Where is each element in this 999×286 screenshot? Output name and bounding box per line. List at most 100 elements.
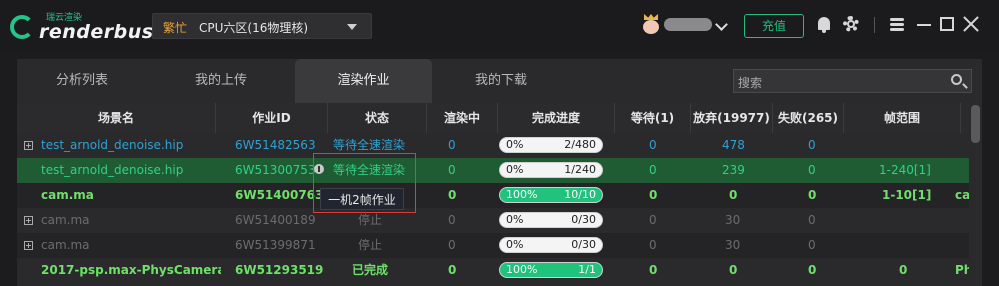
cell-job-id: 6W51400189 [235,213,316,227]
cell-rendering: 0 [448,138,456,152]
cell-scene[interactable]: test_arnold_denoise.hip [41,158,183,183]
zone-select[interactable]: 繁忙 CPU六区(16物理核) [152,13,372,39]
cell-failed: 0 [808,213,816,227]
cell-overflow: Phy [955,263,969,277]
progress-count: 0/30 [571,238,596,251]
table-row[interactable]: 2017-psp.max-PhysCamera... 6W51293519 已完… [17,258,969,283]
cell-status: 停止 [358,238,383,252]
scrollbar-thumb[interactable] [971,105,980,143]
cell-abandoned: 478 [722,138,745,152]
cell-failed: 0 [808,138,816,152]
username-blurred[interactable] [664,18,712,31]
info-icon[interactable] [314,164,324,174]
search-placeholder: 搜索 [738,76,763,90]
progress-bar: 100% 10/10 [499,187,603,203]
progress-percent: 0% [506,138,524,151]
expand-icon[interactable] [24,141,33,150]
logo-mark-icon [10,15,34,39]
column-header-job-id[interactable]: 作业ID [216,103,328,133]
column-header-failed[interactable]: 失败(265) [773,103,844,133]
gear-icon[interactable] [843,16,859,32]
cell-overflow: cam [955,188,969,202]
cell-abandoned: 0 [729,188,738,202]
cell-scene[interactable]: cam.ma [41,208,90,233]
tab-render-jobs[interactable]: 渲染作业 [295,59,432,103]
cell-job-id: 6W51399871 [235,238,316,252]
progress-percent: 0% [506,238,524,251]
column-header-progress[interactable]: 完成进度 [498,103,615,133]
search-input[interactable]: 搜索 [733,69,972,93]
search-icon[interactable] [951,74,962,85]
column-header-rendering[interactable]: 渲染中 [427,103,498,133]
switch-icon[interactable] [889,16,905,32]
progress-count: 10/10 [564,188,596,201]
column-header-abandoned[interactable]: 放弃(19977) [691,103,773,133]
cell-scene[interactable]: cam.ma [41,233,90,258]
cell-rendering: 0 [448,188,457,202]
cell-waiting: 0 [649,213,657,227]
progress-percent: 100% [506,263,538,276]
table-row-selected[interactable]: test_arnold_denoise.hip 6W51300753 等待全速渲… [17,158,969,183]
table-row[interactable]: cam.ma 6W51400189 停止 0 0% 0/30 0 30 0 [17,208,969,233]
cell-rendering: 0 [448,213,456,227]
progress-bar: 0% 0/30 [499,237,603,253]
cell-job-id: 6W51300753 [235,163,316,177]
progress-percent: 0% [506,163,524,176]
column-header-waiting[interactable]: 等待(1) [615,103,691,133]
cell-job-id: 6W51293519 [235,263,324,277]
toolbar-divider [874,17,875,33]
cell-scene[interactable]: 2017-psp.max-PhysCamera... [41,258,221,283]
cell-scene[interactable]: cam.ma [41,183,94,208]
tab-my-uploads[interactable]: 我的上传 [156,59,286,103]
column-header-scene[interactable]: 场景名 [17,103,216,133]
recharge-button[interactable]: 充值 [744,14,804,38]
column-header-status[interactable]: 状态 [328,103,427,133]
progress-bar: 0% 0/30 [499,212,603,228]
cell-frame-range: 1-10[1] [882,188,932,202]
column-header-frame-range[interactable]: 帧范围 [844,103,961,133]
cell-job-id: 6W51400763 [235,188,324,202]
table-row[interactable]: cam.ma 6W51400763 0 100% 10/10 0 0 0 1-1… [17,183,969,208]
tab-analysis-list[interactable]: 分析列表 [17,59,147,103]
progress-count: 1/1 [578,263,596,276]
cell-abandoned: 30 [725,238,741,252]
expand-icon[interactable] [24,216,33,225]
user-menu-chevron-icon[interactable] [715,18,728,31]
cell-job-id: 6W51482563 [235,138,316,152]
progress-percent: 0% [506,213,524,226]
tooltip: 一机2帧作业 [320,188,404,210]
close-icon[interactable] [962,15,980,33]
bell-icon[interactable] [818,17,830,33]
minimize-icon[interactable] [917,24,931,26]
table-header: 场景名 作业ID 状态 渲染中 完成进度 等待(1) 放弃(19977) 失败(… [17,103,969,133]
cell-waiting: 0 [649,163,657,177]
cell-failed: 0 [808,163,816,177]
table-row[interactable]: test_arnold_denoise.hip 6W51482563 等待全速渲… [17,133,969,158]
expand-icon[interactable] [24,241,33,250]
table-row[interactable]: cam.ma 6W51399871 停止 0 0% 0/30 0 30 0 [17,233,969,258]
progress-count: 2/480 [564,138,596,151]
cell-rendering: 0 [448,263,457,277]
progress-count: 0/30 [571,213,596,226]
progress-bar: 0% 1/240 [499,162,603,178]
cell-scene[interactable]: test_arnold_denoise.hip [41,133,183,158]
vertical-scrollbar[interactable] [969,103,982,286]
cell-failed: 0 [808,238,816,252]
maximize-icon[interactable] [940,17,954,31]
cell-abandoned: 30 [725,213,741,227]
avatar[interactable] [641,14,661,36]
cell-rendering: 0 [448,238,456,252]
tab-my-downloads[interactable]: 我的下载 [432,59,570,103]
cell-failed: 0 [808,263,817,277]
title-bar: 瑞云渲染 renderbus 繁忙 CPU六区(16物理核) 充值 [0,0,999,52]
progress-bar: 100% 1/1 [499,262,603,278]
cell-waiting: 0 [649,138,657,152]
progress-percent: 100% [506,188,538,201]
cell-waiting: 0 [649,188,658,202]
chevron-down-icon [347,24,357,30]
cell-failed: 0 [808,188,817,202]
progress-count: 1/240 [564,163,596,176]
renderbus-logo: 瑞云渲染 renderbus [8,7,153,47]
cell-frame-range: 1-240[1] [879,163,931,177]
zone-name-label: CPU六区(16物理核) [199,21,309,35]
